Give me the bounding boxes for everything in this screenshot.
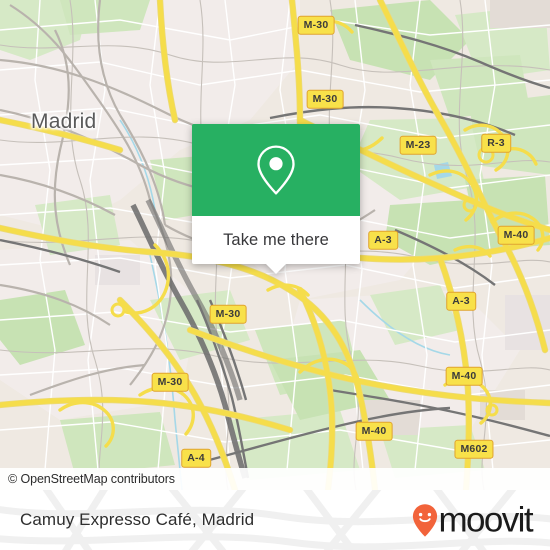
moovit-wordmark: moovit [438,500,534,540]
take-me-there-button[interactable]: Take me there [223,231,329,250]
popup-tail-pointer [265,263,287,274]
road-shield: R-3 [481,133,511,153]
road-shield: A-3 [446,291,476,311]
moovit-logo[interactable]: moovit [412,500,534,540]
road-shield: M-40 [355,421,393,441]
road-shield: M-23 [399,135,437,155]
location-popup-card[interactable]: Take me there [192,124,360,274]
road-shield: M-30 [306,89,344,109]
moovit-smiley-pin-icon [412,503,437,537]
road-shield: M-30 [297,15,335,35]
road-shield: M-40 [497,225,535,245]
road-shield: M-40 [445,366,483,386]
road-shield: A-4 [181,448,211,468]
footer-bar: Camuy Expresso Café, Madrid moovit [0,490,550,550]
location-pin-icon [257,145,295,195]
place-title: Camuy Expresso Café, Madrid [20,510,255,529]
popup-action-bar[interactable]: Take me there [192,216,360,264]
map-screenshot: .bg { fill:#efe9e2; } .urban { fill:#f2e… [0,0,550,550]
popup-header [192,124,360,216]
osm-attribution-text[interactable]: © OpenStreetMap contributors [0,472,175,486]
map-attribution-bar: © OpenStreetMap contributors [0,468,550,490]
road-shield: A-3 [368,230,398,250]
road-shield: M-30 [209,304,247,324]
road-shield: M602 [454,439,494,459]
map-canvas[interactable]: .bg { fill:#efe9e2; } .urban { fill:#f2e… [0,0,550,490]
road-shield: M-30 [151,372,189,392]
